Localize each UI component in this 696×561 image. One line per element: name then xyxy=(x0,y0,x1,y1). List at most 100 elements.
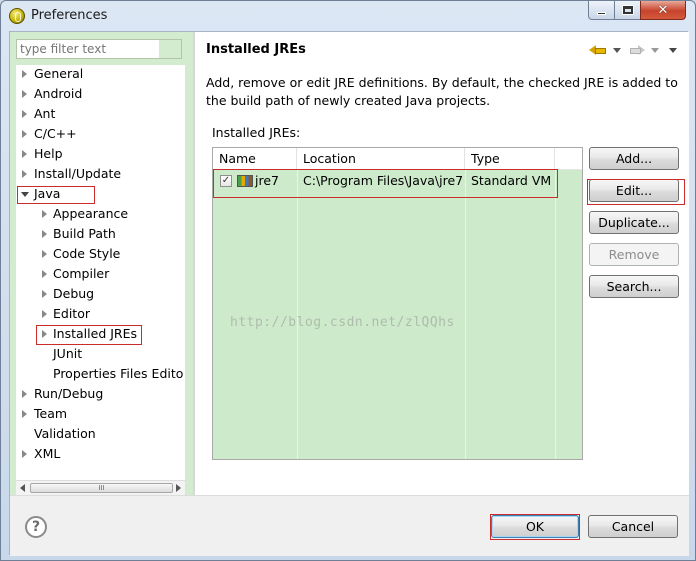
expand-arrow-icon[interactable] xyxy=(22,450,27,458)
jre-row-highlight-box xyxy=(213,169,558,198)
tree-item-team[interactable]: Team xyxy=(16,405,185,423)
expand-arrow-icon[interactable] xyxy=(42,310,47,318)
table-label: Installed JREs: xyxy=(212,125,301,140)
tree-item-android[interactable]: Android xyxy=(16,85,185,103)
tree-item-debug[interactable]: Debug xyxy=(16,285,185,303)
column-header-location[interactable]: Location xyxy=(297,148,465,170)
expand-arrow-icon[interactable] xyxy=(42,270,47,278)
expand-arrow-icon[interactable] xyxy=(22,390,27,398)
expand-arrow-icon[interactable] xyxy=(42,250,47,258)
tree-item-help[interactable]: Help xyxy=(16,145,185,163)
tree-item-xml[interactable]: XML xyxy=(16,445,185,463)
tree-item-label: Build Path xyxy=(53,226,116,241)
tree-item-label: Validation xyxy=(34,426,96,441)
column-header-name[interactable]: Name xyxy=(213,148,297,170)
expand-arrow-icon[interactable] xyxy=(22,130,27,138)
cancel-button[interactable]: Cancel xyxy=(588,515,678,538)
maximize-icon xyxy=(621,5,634,15)
tree-item-label: JUnit xyxy=(53,346,83,361)
tree-item-label: Install/Update xyxy=(34,166,122,181)
tree-item-compiler[interactable]: Compiler xyxy=(16,265,185,283)
tree-item-label: Debug xyxy=(53,286,95,301)
preferences-window: Preferences ✕ General Android xyxy=(0,0,696,561)
tree-item-appearance[interactable]: Appearance xyxy=(16,205,185,223)
remove-jre-button[interactable]: Remove xyxy=(589,243,679,266)
expand-arrow-icon[interactable] xyxy=(42,230,47,238)
maximize-button[interactable] xyxy=(614,1,641,20)
java-highlight-box xyxy=(17,186,95,204)
preferences-tree: General Android Ant C/C++ Help Install/U… xyxy=(16,65,185,480)
ok-highlight-box xyxy=(490,514,580,540)
table-header: Name Location Type xyxy=(213,148,582,170)
view-menu-icon[interactable] xyxy=(669,48,677,53)
tree-item-run-debug[interactable]: Run/Debug xyxy=(16,385,185,403)
page-title: Installed JREs xyxy=(206,42,306,57)
expand-arrow-icon[interactable] xyxy=(22,170,27,178)
minimize-icon xyxy=(597,11,606,15)
add-jre-button[interactable]: Add... xyxy=(589,147,679,170)
back-dropdown-icon[interactable] xyxy=(613,48,621,53)
preferences-tree-panel: General Android Ant C/C++ Help xyxy=(10,32,193,495)
search-jre-button[interactable]: Search... xyxy=(589,275,679,298)
tree-item-code-style[interactable]: Code Style xyxy=(16,245,185,263)
eclipse-app-icon xyxy=(9,8,25,24)
column-header-type[interactable]: Type xyxy=(465,148,555,170)
expand-arrow-icon[interactable] xyxy=(42,290,47,298)
tree-item-label: Properties Files Edito xyxy=(53,366,184,381)
page-navigation xyxy=(589,43,679,57)
tree-item-label: Ant xyxy=(34,106,56,121)
expand-arrow-icon[interactable] xyxy=(22,70,27,78)
expand-arrow-icon[interactable] xyxy=(42,210,47,218)
tree-item-label: Editor xyxy=(53,306,90,321)
scroll-left-icon[interactable] xyxy=(20,484,25,492)
expand-arrow-icon[interactable] xyxy=(22,410,27,418)
minimize-button[interactable] xyxy=(588,1,615,20)
window-title: Preferences xyxy=(31,8,108,23)
forward-dropdown-icon[interactable] xyxy=(651,48,659,53)
page-description: Add, remove or edit JRE definitions. By … xyxy=(206,75,678,108)
tree-item-label: Code Style xyxy=(53,246,121,261)
tree-item-label: Appearance xyxy=(53,206,129,221)
expand-arrow-icon[interactable] xyxy=(22,150,27,158)
tree-item-cpp[interactable]: C/C++ xyxy=(16,125,185,143)
watermark: http://blog.csdn.net/zlQQhs xyxy=(230,315,455,330)
tree-item-validation[interactable]: Validation xyxy=(16,425,185,443)
tree-horizontal-scrollbar[interactable]: III xyxy=(16,480,185,495)
installed-jres-highlight-box xyxy=(36,325,142,345)
tree-item-label: Help xyxy=(34,146,63,161)
expand-arrow-icon[interactable] xyxy=(22,110,27,118)
edit-highlight-box xyxy=(587,179,685,205)
tree-item-label: Run/Debug xyxy=(34,386,104,401)
scroll-thumb[interactable]: III xyxy=(30,483,173,493)
duplicate-jre-button[interactable]: Duplicate... xyxy=(589,211,679,234)
filter-clear-icon[interactable] xyxy=(159,40,181,58)
tree-item-properties-files-editor[interactable]: Properties Files Edito xyxy=(16,365,185,383)
tree-item-build-path[interactable]: Build Path xyxy=(16,225,185,243)
dialog-button-bar: ? OK Cancel xyxy=(10,495,689,556)
tree-item-label: Android xyxy=(34,86,83,101)
tree-item-label: Team xyxy=(34,406,68,421)
tree-item-general[interactable]: General xyxy=(16,65,185,83)
title-bar[interactable]: Preferences ✕ xyxy=(1,1,695,31)
tree-item-label: Compiler xyxy=(53,266,110,281)
tree-item-install-update[interactable]: Install/Update xyxy=(16,165,185,183)
expand-arrow-icon[interactable] xyxy=(22,90,27,98)
close-button[interactable]: ✕ xyxy=(640,1,686,20)
column-divider xyxy=(555,170,556,459)
forward-arrow-icon[interactable] xyxy=(629,43,645,57)
help-icon[interactable]: ? xyxy=(25,516,47,538)
column-divider xyxy=(465,170,466,459)
tree-item-label: C/C++ xyxy=(34,126,77,141)
tree-item-editor[interactable]: Editor xyxy=(16,305,185,323)
close-icon: ✕ xyxy=(657,2,669,18)
back-arrow-icon[interactable] xyxy=(589,43,606,57)
tree-item-label: XML xyxy=(34,446,61,461)
dialog-client-area: General Android Ant C/C++ Help xyxy=(9,31,689,556)
installed-jres-page: Installed JREs Add, remove or edit JRE d… xyxy=(195,32,689,495)
filter-field[interactable] xyxy=(16,39,182,59)
tree-item-ant[interactable]: Ant xyxy=(16,105,185,123)
tree-item-label: General xyxy=(34,66,84,81)
scroll-right-icon[interactable] xyxy=(176,484,181,492)
tree-item-junit[interactable]: JUnit xyxy=(16,345,185,363)
filter-input[interactable] xyxy=(17,41,157,57)
